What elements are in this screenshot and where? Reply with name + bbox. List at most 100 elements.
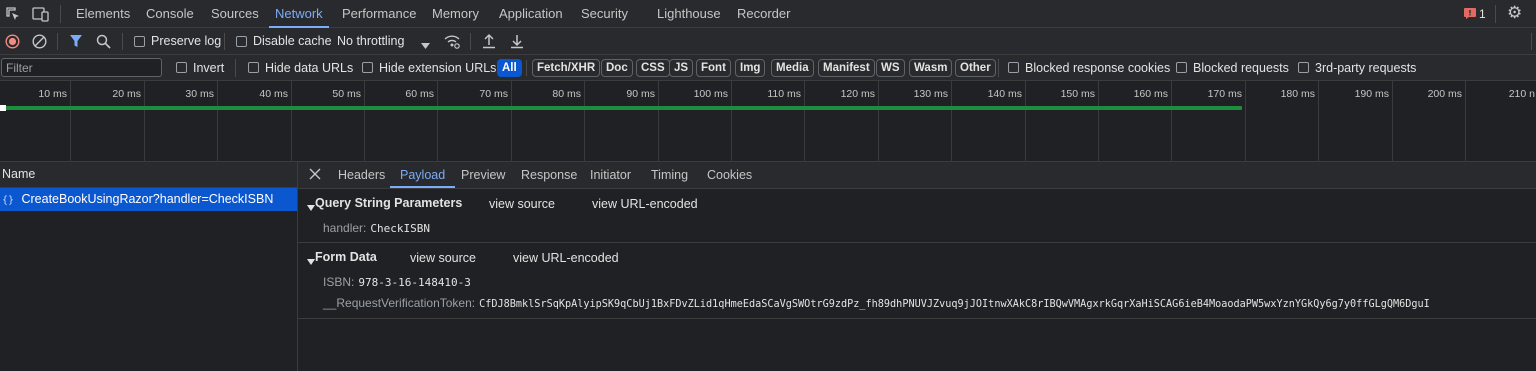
tab-lighthouse[interactable]: Lighthouse (657, 0, 721, 28)
divider (1531, 33, 1532, 50)
tab-initiator[interactable]: Initiator (590, 162, 631, 188)
tab-payload[interactable]: Payload (389, 162, 456, 188)
blocked-requests-checkbox[interactable] (1176, 62, 1187, 73)
issues-flag-icon[interactable] (1464, 8, 1476, 19)
divider (235, 59, 236, 77)
timeline-tick-label: 180 ms (1280, 88, 1315, 100)
inspect-element-icon[interactable] (5, 6, 21, 25)
detail-tab-bar: Headers Payload Preview Response Initiat… (298, 162, 1536, 189)
hide-data-urls-checkbox[interactable] (248, 62, 259, 73)
filter-type-font[interactable]: Font (696, 59, 731, 77)
timeline-gridline (1392, 81, 1393, 162)
disable-cache-label[interactable]: Disable cache (253, 34, 332, 48)
filter-input[interactable] (1, 58, 162, 77)
record-icon[interactable] (5, 34, 20, 52)
section-divider (298, 242, 1536, 243)
divider (998, 59, 999, 77)
filter-type-fetch-xhr[interactable]: Fetch/XHR (532, 59, 601, 77)
timeline-tick-label: 160 ms (1133, 88, 1168, 100)
preserve-log-checkbox[interactable] (134, 36, 145, 47)
expand-triangle-icon[interactable] (307, 254, 315, 268)
timeline-gridline (658, 81, 659, 162)
network-conditions-icon[interactable] (443, 33, 461, 52)
tab-memory[interactable]: Memory (432, 0, 479, 28)
timeline-tick-label: 100 ms (693, 88, 728, 100)
throttling-select[interactable]: No throttling (337, 34, 404, 48)
timeline-gridline (291, 81, 292, 162)
filter-type-ws[interactable]: WS (876, 59, 905, 77)
close-icon[interactable] (309, 168, 321, 183)
query-view-url-encoded-link[interactable]: view URL-encoded (592, 197, 698, 211)
search-icon[interactable] (96, 34, 111, 52)
form-data-section-title[interactable]: Form Data (315, 250, 377, 264)
hide-extension-urls-checkbox[interactable] (362, 62, 373, 73)
third-party-requests-label[interactable]: 3rd-party requests (1315, 61, 1416, 75)
timeline-tick-label: 130 ms (913, 88, 948, 100)
preserve-log-label[interactable]: Preserve log (151, 34, 221, 48)
tab-elements[interactable]: Elements (76, 0, 130, 28)
clear-icon[interactable] (32, 34, 47, 52)
tab-security[interactable]: Security (581, 0, 628, 28)
tab-performance[interactable]: Performance (342, 0, 416, 28)
tab-console[interactable]: Console (146, 0, 194, 28)
timeline-gridline (1025, 81, 1026, 162)
blocked-requests-label[interactable]: Blocked requests (1193, 61, 1289, 75)
request-row[interactable]: {} CreateBookUsingRazor?handler=CheckISB… (0, 188, 297, 211)
filter-type-css[interactable]: CSS (636, 59, 670, 77)
param-key: ISBN: (323, 275, 355, 289)
request-detail-pane: Headers Payload Preview Response Initiat… (298, 162, 1536, 371)
tab-cookies[interactable]: Cookies (707, 162, 752, 188)
tab-preview[interactable]: Preview (461, 162, 505, 188)
filter-type-js[interactable]: JS (669, 59, 694, 77)
overview-request-bar-highlight (0, 105, 6, 111)
export-har-icon[interactable] (510, 33, 524, 52)
request-list: Name {} CreateBookUsingRazor?handler=Che… (0, 162, 298, 371)
query-string-section-title[interactable]: Query String Parameters (315, 196, 462, 210)
timeline-gridline (437, 81, 438, 162)
timeline-gridline (1245, 81, 1246, 162)
network-overview-timeline[interactable]: 10 ms 20 ms 30 ms 40 ms 50 ms 60 ms 70 ms 80 ms… (0, 81, 1536, 162)
timeline-tick-label: 120 ms (840, 88, 875, 100)
timeline-gridline (878, 81, 879, 162)
settings-gear-icon[interactable]: ⚙ (1507, 4, 1522, 21)
tab-network[interactable]: Network (269, 0, 329, 28)
filter-type-manifest[interactable]: Manifest (818, 59, 875, 77)
invert-checkbox[interactable] (176, 62, 187, 73)
timeline-tick-label: 80 ms (552, 88, 581, 100)
name-column-header[interactable]: Name (0, 162, 297, 188)
form-view-url-encoded-link[interactable]: view URL-encoded (513, 251, 619, 265)
filter-type-doc[interactable]: Doc (601, 59, 633, 77)
tab-headers[interactable]: Headers (338, 162, 385, 188)
tab-recorder[interactable]: Recorder (737, 0, 790, 28)
query-view-source-link[interactable]: view source (489, 197, 555, 211)
hide-extension-urls-label[interactable]: Hide extension URLs (379, 61, 496, 75)
filter-icon[interactable] (69, 34, 83, 52)
tab-sources[interactable]: Sources (211, 0, 259, 28)
blocked-response-cookies-label[interactable]: Blocked response cookies (1025, 61, 1170, 75)
hide-data-urls-label[interactable]: Hide data URLs (265, 61, 353, 75)
tab-application[interactable]: Application (499, 0, 563, 28)
divider (57, 33, 58, 50)
tab-response[interactable]: Response (521, 162, 577, 188)
issues-count[interactable]: 1 (1479, 7, 1486, 21)
filter-type-img[interactable]: Img (735, 59, 766, 77)
disable-cache-checkbox[interactable] (236, 36, 247, 47)
param-key: handler: (323, 221, 367, 235)
filter-type-other[interactable]: Other (955, 59, 996, 77)
blocked-response-cookies-checkbox[interactable] (1008, 62, 1019, 73)
third-party-requests-checkbox[interactable] (1298, 62, 1309, 73)
timeline-gridline (1098, 81, 1099, 162)
device-toolbar-icon[interactable] (32, 6, 49, 25)
filter-type-media[interactable]: Media (771, 59, 814, 77)
tab-timing[interactable]: Timing (651, 162, 688, 188)
form-view-source-link[interactable]: view source (410, 251, 476, 265)
query-param-row: handler: CheckISBN (323, 221, 430, 235)
import-har-icon[interactable] (482, 33, 496, 52)
expand-triangle-icon[interactable] (307, 200, 315, 214)
timeline-tick-label: 40 ms (259, 88, 288, 100)
timeline-tick-label: 110 ms (767, 88, 801, 100)
filter-type-all[interactable]: All (497, 59, 522, 77)
chevron-down-icon[interactable] (421, 38, 430, 52)
filter-type-wasm[interactable]: Wasm (909, 59, 953, 77)
invert-label[interactable]: Invert (193, 61, 224, 75)
